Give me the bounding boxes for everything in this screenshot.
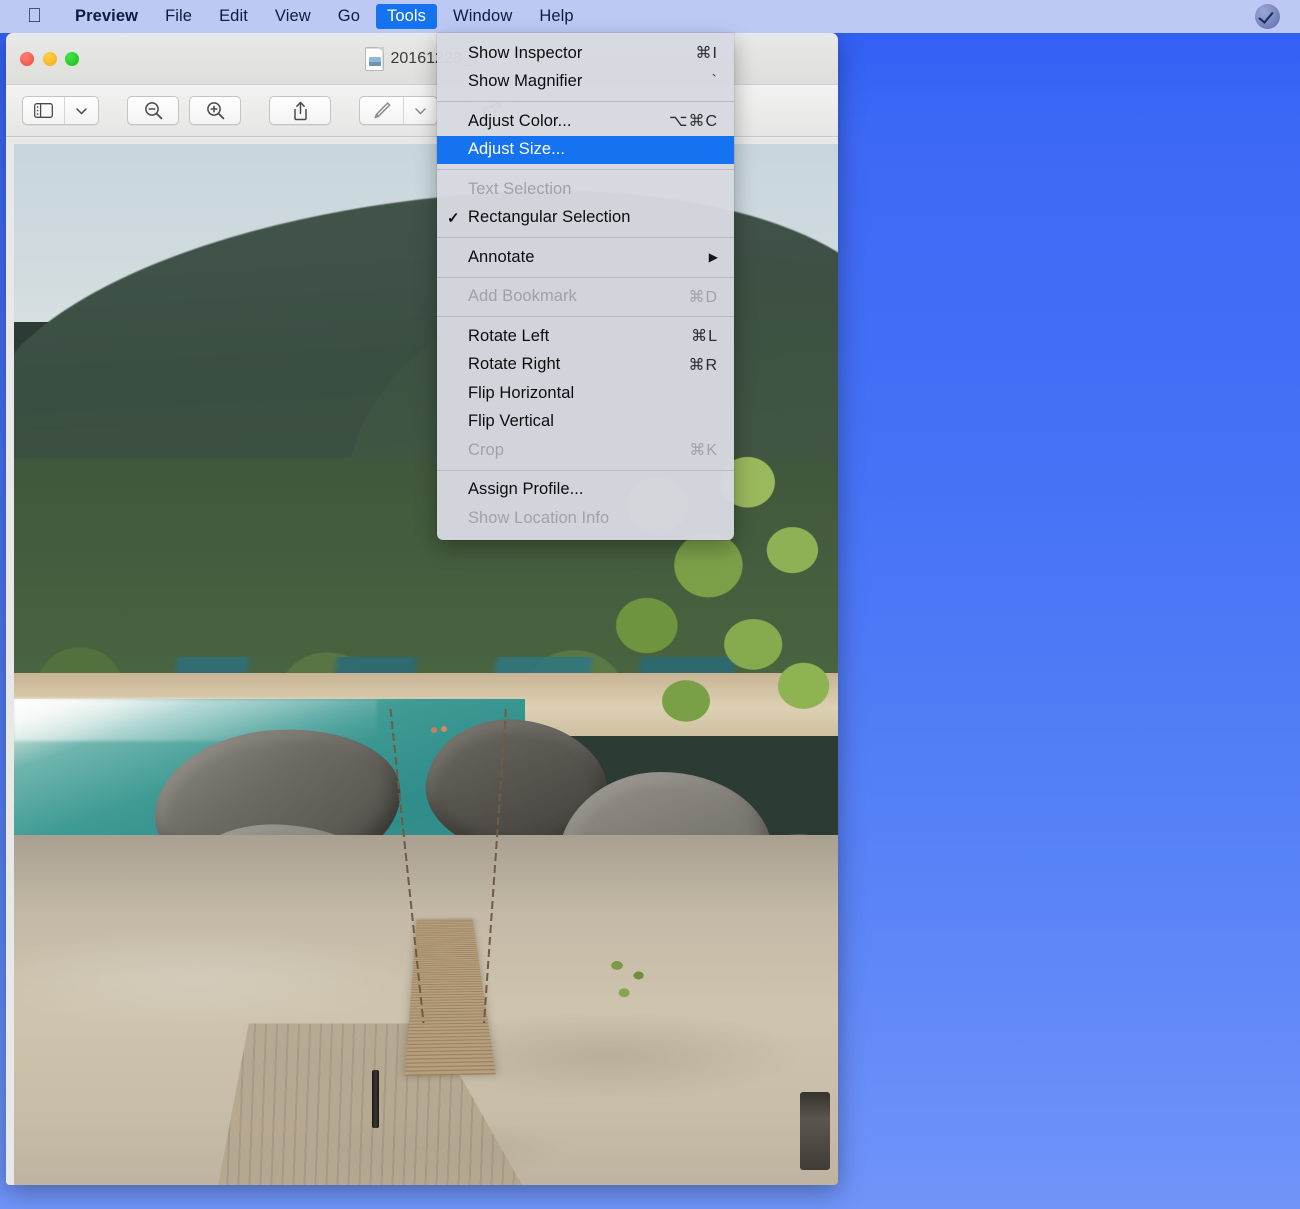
- menu-item-label: Rotate Right: [468, 355, 560, 374]
- menu-separator: [437, 169, 734, 170]
- markup-control[interactable]: [359, 96, 438, 125]
- menu-bar-item-preview[interactable]: Preview: [64, 4, 149, 29]
- menu-bar-item-view[interactable]: View: [264, 4, 322, 29]
- menu-item-adjust-size[interactable]: Adjust Size...: [437, 136, 734, 165]
- menu-bar-items: PreviewFileEditViewGoToolsWindowHelp: [64, 4, 585, 29]
- menu-bar-item-tools[interactable]: Tools: [376, 4, 437, 29]
- sidebar-icon[interactable]: [23, 97, 64, 124]
- zoom-button[interactable]: [65, 52, 79, 66]
- close-button[interactable]: [20, 52, 34, 66]
- submenu-arrow-icon: ▶: [709, 250, 718, 264]
- menu-item-crop: Crop ⌘K: [437, 436, 734, 465]
- zoom-in-icon: [206, 101, 225, 120]
- photo-post: [372, 1070, 379, 1128]
- menu-item-label: Adjust Size...: [468, 140, 565, 159]
- chevron-down-icon[interactable]: [403, 97, 437, 124]
- menu-separator: [437, 316, 734, 317]
- chevron-down-icon[interactable]: [64, 97, 98, 124]
- menu-bar-status-area: [1255, 4, 1280, 29]
- menu-item-rotate-right[interactable]: Rotate Right ⌘R: [437, 351, 734, 380]
- share-icon: [292, 101, 309, 121]
- menu-item-label: Add Bookmark: [468, 287, 577, 306]
- menu-item-shortcut: `: [712, 73, 718, 91]
- menu-separator: [437, 101, 734, 102]
- menu-item-adjust-color[interactable]: Adjust Color... ⌥⌘C: [437, 107, 734, 136]
- menu-item-label: Show Magnifier: [468, 72, 582, 91]
- menu-item-label: Rotate Left: [468, 327, 549, 346]
- menu-bar-item-go[interactable]: Go: [327, 4, 371, 29]
- menu-item-annotate[interactable]: Annotate ▶: [437, 243, 734, 272]
- menu-item-label: Crop: [468, 441, 504, 460]
- checkmark-circle-icon[interactable]: [1255, 4, 1280, 29]
- menu-item-rotate-left[interactable]: Rotate Left ⌘L: [437, 322, 734, 351]
- zoom-out-icon: [144, 101, 163, 120]
- menu-separator: [437, 277, 734, 278]
- menu-bar-item-help[interactable]: Help: [528, 4, 584, 29]
- menu-item-label: Assign Profile...: [468, 480, 583, 499]
- menu-item-show-location-info: Show Location Info: [437, 504, 734, 533]
- menu-item-rectangular-selection[interactable]: ✓ Rectangular Selection: [437, 204, 734, 233]
- menu-item-show-magnifier[interactable]: Show Magnifier `: [437, 68, 734, 97]
- menu-item-label: Show Inspector: [468, 44, 582, 63]
- menu-bar:  PreviewFileEditViewGoToolsWindowHelp: [0, 0, 1300, 33]
- menu-separator: [437, 237, 734, 238]
- tools-dropdown-menu: Show Inspector ⌘I Show Magnifier ` Adjust Co…: [437, 33, 734, 540]
- menu-item-text-selection: Text Selection: [437, 175, 734, 204]
- menu-item-label: Flip Horizontal: [468, 384, 574, 403]
- menu-item-add-bookmark: Add Bookmark ⌘D: [437, 283, 734, 312]
- window-controls: [20, 52, 79, 66]
- menu-item-shortcut: ⌘I: [696, 43, 718, 63]
- menu-bar-item-window[interactable]: Window: [442, 4, 523, 29]
- checkmark-icon: ✓: [447, 209, 460, 227]
- sidebar-view-control[interactable]: [22, 96, 99, 125]
- menu-item-assign-profile[interactable]: Assign Profile...: [437, 476, 734, 505]
- menu-bar-item-file[interactable]: File: [154, 4, 203, 29]
- markup-pen-icon[interactable]: [360, 97, 403, 124]
- menu-item-label: Annotate: [468, 248, 534, 267]
- image-document-icon: [365, 47, 384, 71]
- menu-item-shortcut: ⌘D: [688, 287, 718, 307]
- menu-item-label: Rectangular Selection: [468, 208, 630, 227]
- menu-item-shortcut: ⌘R: [688, 355, 718, 375]
- menu-item-flip-vertical[interactable]: Flip Vertical: [437, 408, 734, 437]
- menu-item-label: Show Location Info: [468, 509, 609, 528]
- menu-item-label: Text Selection: [468, 180, 571, 199]
- menu-bar-item-edit[interactable]: Edit: [208, 4, 259, 29]
- menu-item-label: Flip Vertical: [468, 412, 554, 431]
- menu-item-flip-horizontal[interactable]: Flip Horizontal: [437, 379, 734, 408]
- minimize-button[interactable]: [43, 52, 57, 66]
- zoom-in-button[interactable]: [189, 96, 241, 125]
- apple-logo-icon[interactable]: : [27, 6, 42, 26]
- menu-item-label: Adjust Color...: [468, 112, 571, 131]
- menu-item-shortcut: ⌥⌘C: [669, 111, 718, 131]
- menu-item-shortcut: ⌘L: [691, 326, 718, 346]
- zoom-out-button[interactable]: [127, 96, 179, 125]
- photo-people: [430, 724, 452, 740]
- share-button[interactable]: [269, 96, 331, 125]
- photo-shrub: [599, 951, 659, 1023]
- menu-item-shortcut: ⌘K: [689, 440, 718, 460]
- photo-lamp: [800, 1092, 830, 1170]
- menu-item-show-inspector[interactable]: Show Inspector ⌘I: [437, 39, 734, 68]
- menu-separator: [437, 470, 734, 471]
